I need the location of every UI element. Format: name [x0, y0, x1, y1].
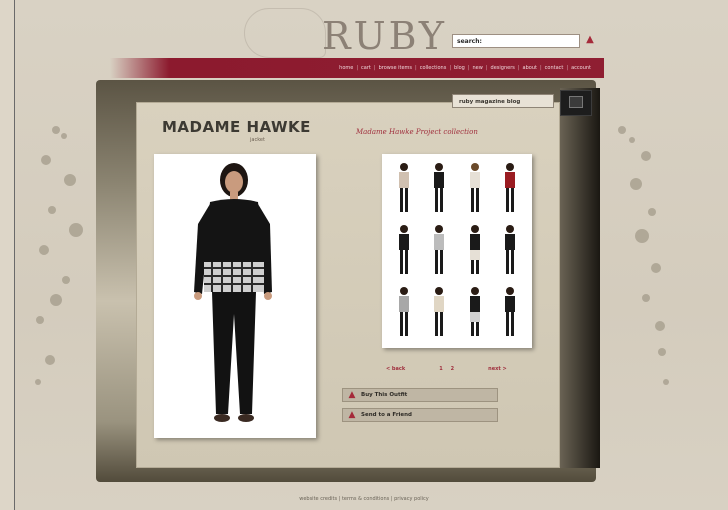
content-shadow-right [560, 88, 600, 468]
search-box: search: [452, 34, 580, 48]
pager-next-link[interactable]: next > [488, 366, 507, 372]
outfit-thumbnail[interactable] [422, 220, 458, 282]
outfit-thumbnail[interactable] [457, 220, 493, 282]
ruby-gem-icon: ▲ [348, 390, 356, 400]
buy-outfit-button[interactable]: ▲ Buy This Outfit [342, 388, 498, 402]
nav-item-new[interactable]: new [470, 65, 486, 71]
gallery-pager: < back 1 2 next > [386, 364, 526, 374]
nav-item-collections[interactable]: collections [417, 65, 450, 71]
pager-back-link[interactable]: < back [386, 366, 405, 372]
nav-item-cart[interactable]: cart [358, 65, 374, 71]
nav-item-home[interactable]: home [336, 65, 356, 71]
outfit-thumbnail[interactable] [386, 282, 422, 344]
search-input[interactable] [493, 37, 577, 45]
nav-item-account[interactable]: account [568, 65, 594, 71]
product-subtitle: jacket [250, 137, 265, 143]
outfit-thumbnail[interactable] [457, 158, 493, 220]
buy-outfit-label: Buy This Outfit [361, 392, 408, 398]
outfit-thumbnail[interactable] [493, 158, 529, 220]
collection-link[interactable]: Madame Hawke Project collection [356, 128, 478, 136]
footer-links[interactable]: website credits | terms & conditions | p… [0, 496, 728, 502]
nav-item-browse[interactable]: browse items [376, 65, 415, 71]
send-to-friend-label: Send to a Friend [361, 412, 412, 418]
product-title: MADAME HAWKE [162, 118, 311, 136]
floral-decoration-right [618, 126, 669, 385]
floral-decoration-left [35, 126, 83, 385]
logo-text: RUBY [322, 14, 447, 58]
magazine-blog-tab[interactable]: ruby magazine blog [452, 94, 554, 108]
outfit-thumbnail[interactable] [422, 158, 458, 220]
nav-item-contact[interactable]: contact [542, 65, 567, 71]
nav-item-blog[interactable]: blog [451, 65, 468, 71]
search-label: search: [457, 37, 482, 45]
outfit-thumbnail[interactable] [493, 282, 529, 344]
nav-item-designers[interactable]: designers [488, 65, 518, 71]
pager-page-2[interactable]: 2 [451, 366, 454, 372]
send-to-friend-button[interactable]: ▲ Send to a Friend [342, 408, 498, 422]
outfit-thumbnail[interactable] [457, 282, 493, 344]
outfit-thumbnail[interactable] [422, 282, 458, 344]
nav-item-about[interactable]: about [520, 65, 540, 71]
outfit-thumbnail[interactable] [386, 220, 422, 282]
magazine-thumbnail[interactable] [560, 90, 592, 116]
model-figure-image [194, 163, 272, 422]
main-navigation: home | cart | browse items | collections… [110, 58, 604, 78]
ruby-gem-icon: ▲ [348, 410, 356, 420]
site-logo[interactable]: RUBY [244, 8, 444, 58]
product-main-image[interactable] [154, 154, 316, 438]
search-go-icon[interactable]: ▲ [582, 33, 598, 47]
outfit-thumbnail-grid [382, 154, 532, 348]
outfit-thumbnail[interactable] [386, 158, 422, 220]
pager-page-1[interactable]: 1 [439, 366, 442, 372]
logo-flourish [244, 8, 326, 58]
outfit-thumbnail[interactable] [493, 220, 529, 282]
